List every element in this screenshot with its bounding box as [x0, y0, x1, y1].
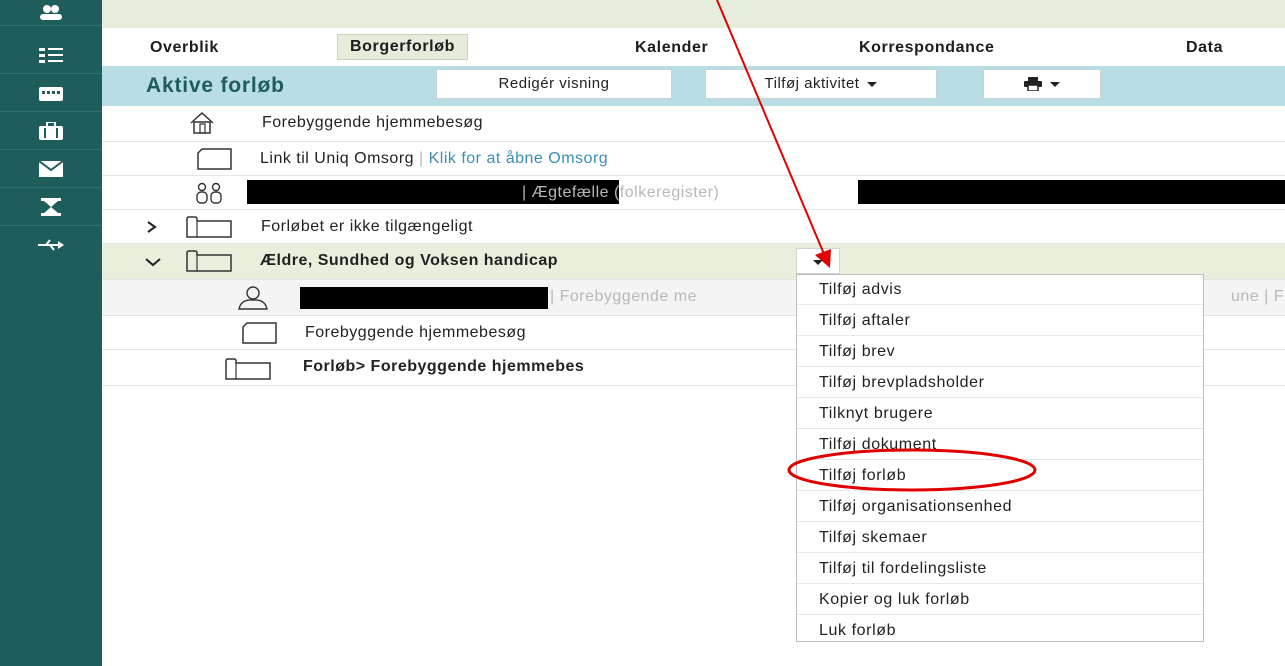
- briefcase-icon[interactable]: [0, 112, 102, 150]
- person-icon: [238, 286, 268, 310]
- menu-item-add-letter-placeholder[interactable]: Tilføj brevpladsholder: [797, 368, 1203, 398]
- redacted-person: [300, 287, 548, 309]
- menu-item-add-to-distribution-list[interactable]: Tilføj til fordelingsliste: [797, 554, 1203, 584]
- person-detail-tail: une | F: [1231, 288, 1285, 305]
- spouse-label: | Ægtefælle (folkeregister): [522, 184, 720, 201]
- folder-icon: [186, 250, 232, 272]
- list-icon[interactable]: [0, 36, 102, 74]
- child-course-label: Forløb> Forebyggende hjemmebes: [303, 358, 585, 375]
- category-actions-button[interactable]: [796, 248, 840, 274]
- child-home-visit-label: Forebyggende hjemmebesøg: [305, 324, 527, 341]
- chevron-down-icon: [867, 81, 878, 87]
- open-omsorg-link[interactable]: Klik for at åbne Omsorg: [429, 150, 609, 167]
- edit-view-label: Redigér visning: [498, 75, 610, 92]
- menu-item-add-notice[interactable]: Tilføj advis: [797, 275, 1203, 305]
- menu-item-copy-close-course[interactable]: Kopier og luk forløb: [797, 585, 1203, 615]
- chevron-right-icon[interactable]: [146, 220, 158, 234]
- tab-korrespondance[interactable]: Korrespondance: [859, 36, 995, 60]
- redacted-spouse-name: [858, 180, 1285, 204]
- main-tabs: Overblik Borgerforløb Kalender Korrespon…: [102, 28, 1285, 66]
- separator: |: [414, 150, 429, 167]
- usb-icon[interactable]: [0, 226, 102, 264]
- edit-view-button[interactable]: Redigér visning: [436, 69, 672, 99]
- calendar-icon[interactable]: [0, 74, 102, 112]
- tab-borgerforlob[interactable]: Borgerforløb: [337, 34, 468, 60]
- menu-item-add-document[interactable]: Tilføj dokument: [797, 430, 1203, 460]
- menu-item-attach-users[interactable]: Tilknyt brugere: [797, 399, 1203, 429]
- menu-item-add-course[interactable]: Tilføj forløb: [797, 461, 1203, 491]
- link-label: Link til Uniq Omsorg: [260, 150, 415, 167]
- mail-icon[interactable]: [0, 150, 102, 188]
- document-icon: [242, 322, 277, 344]
- person-detail: | Forebyggende me: [550, 288, 697, 305]
- tab-data[interactable]: Data: [1186, 36, 1223, 60]
- link-row-text: Link til Uniq Omsorg | Klik for at åbne …: [260, 150, 608, 168]
- tab-overblik[interactable]: Overblik: [150, 36, 219, 60]
- print-button[interactable]: [983, 69, 1101, 99]
- category-label: Ældre, Sundhed og Voksen handicap: [260, 252, 559, 269]
- chevron-down-icon[interactable]: [144, 256, 162, 268]
- actions-menu: Tilføj advis Tilføj aftaler Tilføj brev …: [796, 274, 1204, 642]
- sidebar: [0, 0, 102, 666]
- menu-item-add-org-unit[interactable]: Tilføj organisationsenhed: [797, 492, 1203, 522]
- folder-icon: [225, 358, 271, 380]
- printer-icon: [1024, 77, 1042, 92]
- list-item[interactable]: | Ægtefælle (folkeregister): [102, 176, 1285, 210]
- home-icon: [190, 112, 214, 134]
- menu-item-add-forms[interactable]: Tilføj skemaer: [797, 523, 1203, 553]
- chevron-down-icon: [813, 260, 823, 265]
- top-strip: [102, 0, 1285, 28]
- couple-icon: [196, 182, 222, 204]
- menu-item-add-letter[interactable]: Tilføj brev: [797, 337, 1203, 367]
- list-item[interactable]: Forebyggende hjemmebesøg: [102, 106, 1285, 142]
- chevron-down-icon: [1050, 81, 1060, 87]
- page-title: Aktive forløb: [146, 74, 285, 97]
- people-icon[interactable]: [0, 0, 102, 26]
- unavailable-label: Forløbet er ikke tilgængeligt: [261, 218, 473, 235]
- menu-item-add-appointments[interactable]: Tilføj aftaler: [797, 306, 1203, 336]
- toolbar: Aktive forløb Redigér visning Tilføj akt…: [102, 66, 1285, 106]
- add-activity-button[interactable]: Tilføj aktivitet: [705, 69, 937, 99]
- hourglass-icon[interactable]: [0, 188, 102, 226]
- add-activity-label: Tilføj aktivitet: [764, 75, 860, 92]
- list-item[interactable]: Forløbet er ikke tilgængeligt: [102, 210, 1285, 244]
- document-icon: [197, 148, 232, 170]
- list-item[interactable]: Link til Uniq Omsorg | Klik for at åbne …: [102, 142, 1285, 176]
- menu-item-close-course[interactable]: Luk forløb: [797, 616, 1203, 646]
- tab-kalender[interactable]: Kalender: [635, 36, 708, 60]
- folder-icon: [186, 216, 232, 238]
- home-visit-label: Forebyggende hjemmebesøg: [262, 114, 484, 131]
